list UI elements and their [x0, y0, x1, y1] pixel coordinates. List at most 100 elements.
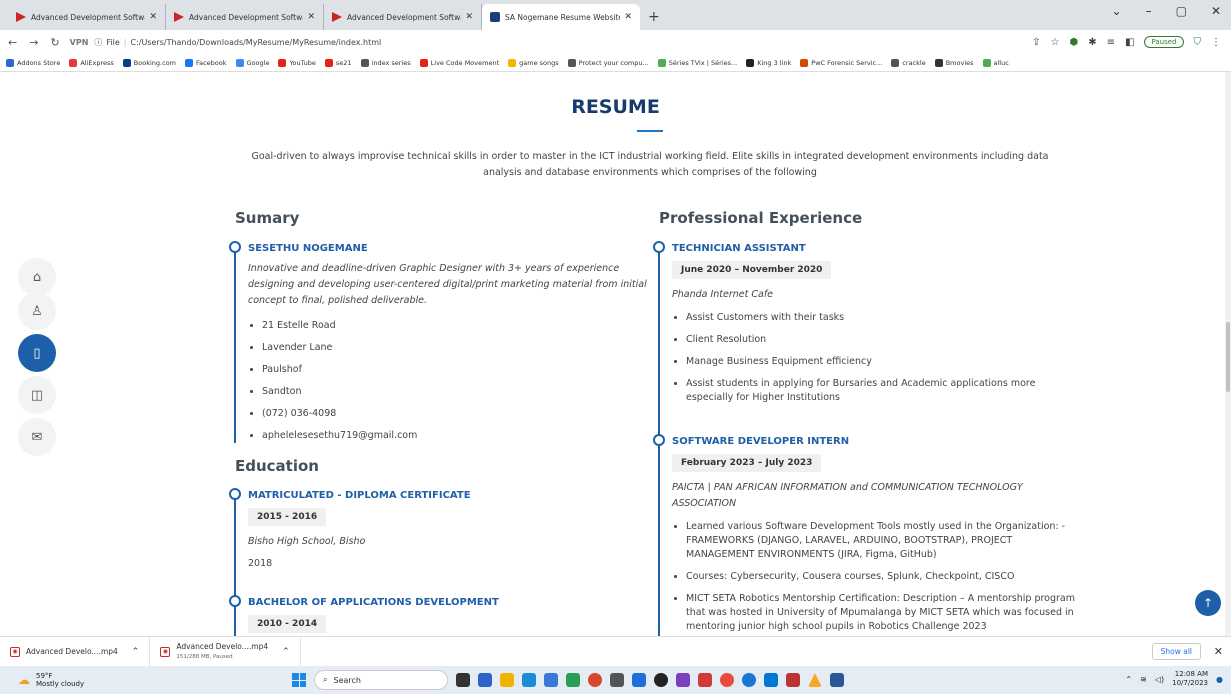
- scrollbar-thumb[interactable]: [1226, 322, 1230, 392]
- media-icon[interactable]: [654, 673, 668, 687]
- bookmark-item[interactable]: Protect your compu...: [567, 58, 649, 67]
- teams-icon[interactable]: [676, 673, 690, 687]
- task-view-icon[interactable]: [456, 673, 470, 687]
- chevron-up-icon[interactable]: ⌃: [282, 647, 290, 657]
- photos-icon[interactable]: [632, 673, 646, 687]
- bookmark-item[interactable]: Addons Store: [6, 58, 60, 67]
- timeline-dot: [229, 488, 241, 500]
- profile-paused-button[interactable]: Paused: [1144, 36, 1184, 48]
- close-tab-icon[interactable]: ✕: [465, 12, 473, 22]
- download-item[interactable]: ◉ Advanced Develo....mp4 ⌃: [0, 636, 151, 667]
- vlc-icon[interactable]: [808, 673, 822, 687]
- url-text[interactable]: C:/Users/Thando/Downloads/MyResume/MyRes…: [131, 38, 382, 47]
- bookmarks-bar: Addons Store AliExpress Booking.com Faceboo…: [0, 54, 1231, 72]
- notification-icon[interactable]: ●: [1216, 675, 1223, 684]
- book-icon[interactable]: ◫: [18, 376, 56, 414]
- chevron-up-icon[interactable]: ⌃: [1125, 675, 1132, 684]
- side-panel-icon[interactable]: ◧: [1125, 37, 1134, 48]
- volume-icon[interactable]: ◁): [1155, 675, 1164, 684]
- reading-list-icon[interactable]: ≡: [1107, 37, 1115, 48]
- bookmark-item[interactable]: crackle: [891, 58, 926, 67]
- vpn-icon[interactable]: VPN: [70, 38, 89, 47]
- close-tab-icon[interactable]: ✕: [624, 12, 632, 22]
- bookmark-item[interactable]: se21: [324, 58, 352, 67]
- back-icon[interactable]: ←: [8, 36, 17, 49]
- close-tab-icon[interactable]: ✕: [307, 12, 315, 22]
- app-icon[interactable]: [786, 673, 800, 687]
- taskbar-search[interactable]: ⌕ Search: [314, 670, 448, 690]
- bookmark-item[interactable]: index series: [360, 58, 411, 67]
- browser-icon[interactable]: [720, 673, 734, 687]
- windows-start-icon[interactable]: [292, 673, 306, 687]
- extension-shield-icon[interactable]: ⬢: [1070, 37, 1079, 48]
- vscode-icon[interactable]: [764, 673, 778, 687]
- home-icon[interactable]: ⌂: [18, 258, 56, 296]
- close-icon[interactable]: ✕: [1214, 645, 1223, 658]
- browser-tab-active[interactable]: SA Nogemane Resume Website ✕: [482, 4, 640, 30]
- scrollbar[interactable]: [1225, 72, 1231, 636]
- share-icon[interactable]: ⇪: [1032, 37, 1040, 48]
- close-window-icon[interactable]: ✕: [1211, 4, 1221, 18]
- bookmark-item[interactable]: AliExpress: [69, 58, 114, 67]
- experience-date: June 2020 – November 2020: [672, 261, 832, 279]
- bookmark-item[interactable]: YouTube: [278, 58, 316, 67]
- new-tab-button[interactable]: +: [648, 4, 660, 30]
- bookmark-item[interactable]: alluc: [982, 58, 1009, 67]
- store-icon[interactable]: [544, 673, 558, 687]
- chat-icon[interactable]: [478, 673, 492, 687]
- timeline-dot: [229, 241, 241, 253]
- bookmark-item[interactable]: Live Code Movement: [419, 58, 499, 67]
- bookmark-star-icon[interactable]: ☆: [1051, 37, 1060, 48]
- weather-widget[interactable]: ☁ 59°F Mostly cloudy: [18, 672, 84, 688]
- education-item: BACHELOR OF APPLICATIONS DEVELOPMENT 201…: [229, 595, 654, 636]
- address-bar: ← → ↻ VPN ⓘ File | C:/Users/Thando/Downl…: [0, 30, 1231, 54]
- tab-search-icon[interactable]: ⌄: [1112, 4, 1122, 18]
- clock[interactable]: 12:08 AM 10/7/2023: [1172, 670, 1208, 688]
- restore-icon[interactable]: ▢: [1176, 4, 1187, 18]
- person-icon[interactable]: ♙: [18, 292, 56, 330]
- bookmark-item[interactable]: Séries TVix | Séries...: [657, 58, 737, 67]
- chevron-up-icon[interactable]: ⌃: [132, 647, 140, 657]
- menu-icon[interactable]: ⋮: [1211, 37, 1221, 48]
- show-all-button[interactable]: Show all: [1151, 643, 1201, 660]
- bookmark-item[interactable]: Facebook: [184, 58, 227, 67]
- edge-icon[interactable]: [522, 673, 536, 687]
- browser-tab[interactable]: Advanced Development Softwa ✕: [166, 4, 324, 30]
- bookmark-icon: [508, 58, 517, 67]
- app-icon[interactable]: [566, 673, 580, 687]
- bookmark-item[interactable]: Booking.com: [122, 58, 176, 67]
- envelope-icon[interactable]: ✉: [18, 418, 56, 456]
- file-explorer-icon[interactable]: [500, 673, 514, 687]
- chrome-icon[interactable]: [588, 673, 602, 687]
- settings-icon[interactable]: [610, 673, 624, 687]
- word-icon[interactable]: [830, 673, 844, 687]
- bookmark-item[interactable]: King 3 link: [746, 58, 791, 67]
- notification-app-icon[interactable]: [742, 673, 756, 687]
- shield-icon[interactable]: ⛉: [1194, 37, 1202, 48]
- bootstrap-icon: [490, 12, 500, 22]
- bookmark-icon: [69, 58, 78, 67]
- file-icon[interactable]: ▯: [18, 334, 56, 372]
- browser-tab[interactable]: Advanced Development Softwa ✕: [8, 4, 166, 30]
- forward-icon[interactable]: →: [29, 36, 38, 49]
- experience-place: Phanda Internet Cafe: [672, 289, 774, 300]
- windows-taskbar: ☁ 59°F Mostly cloudy ⌕ Search ⌃ ≋ ◁) 12:08…: [0, 666, 1231, 694]
- extensions-puzzle-icon[interactable]: ✱: [1088, 37, 1096, 48]
- url-field[interactable]: VPN ⓘ File | C:/Users/Thando/Downloads/M…: [70, 37, 1032, 48]
- browser-tab[interactable]: Advanced Development Softwa ✕: [324, 4, 482, 30]
- bookmark-item[interactable]: Google: [235, 58, 269, 67]
- wifi-icon[interactable]: ≋: [1140, 675, 1147, 684]
- bookmark-item[interactable]: PwC Forensic Servic...: [800, 58, 882, 67]
- experience-heading: Professional Experience: [659, 209, 863, 227]
- back-to-top-button[interactable]: ↑: [1195, 590, 1221, 616]
- reload-icon[interactable]: ↻: [50, 36, 59, 49]
- minimize-icon[interactable]: –: [1146, 4, 1152, 18]
- bookmark-item[interactable]: Bmovies: [934, 58, 974, 67]
- close-tab-icon[interactable]: ✕: [149, 12, 157, 22]
- bookmark-item[interactable]: game songs: [508, 58, 559, 67]
- intro-text: Goal-driven to always improvise technica…: [251, 151, 1049, 178]
- office-icon[interactable]: [698, 673, 712, 687]
- download-item[interactable]: ◉ Advanced Develo....mp4 151/288 MB, Pau…: [150, 636, 301, 667]
- info-icon[interactable]: ⓘ: [94, 37, 102, 48]
- summary-name: SESETHU NOGEMANE: [248, 243, 368, 254]
